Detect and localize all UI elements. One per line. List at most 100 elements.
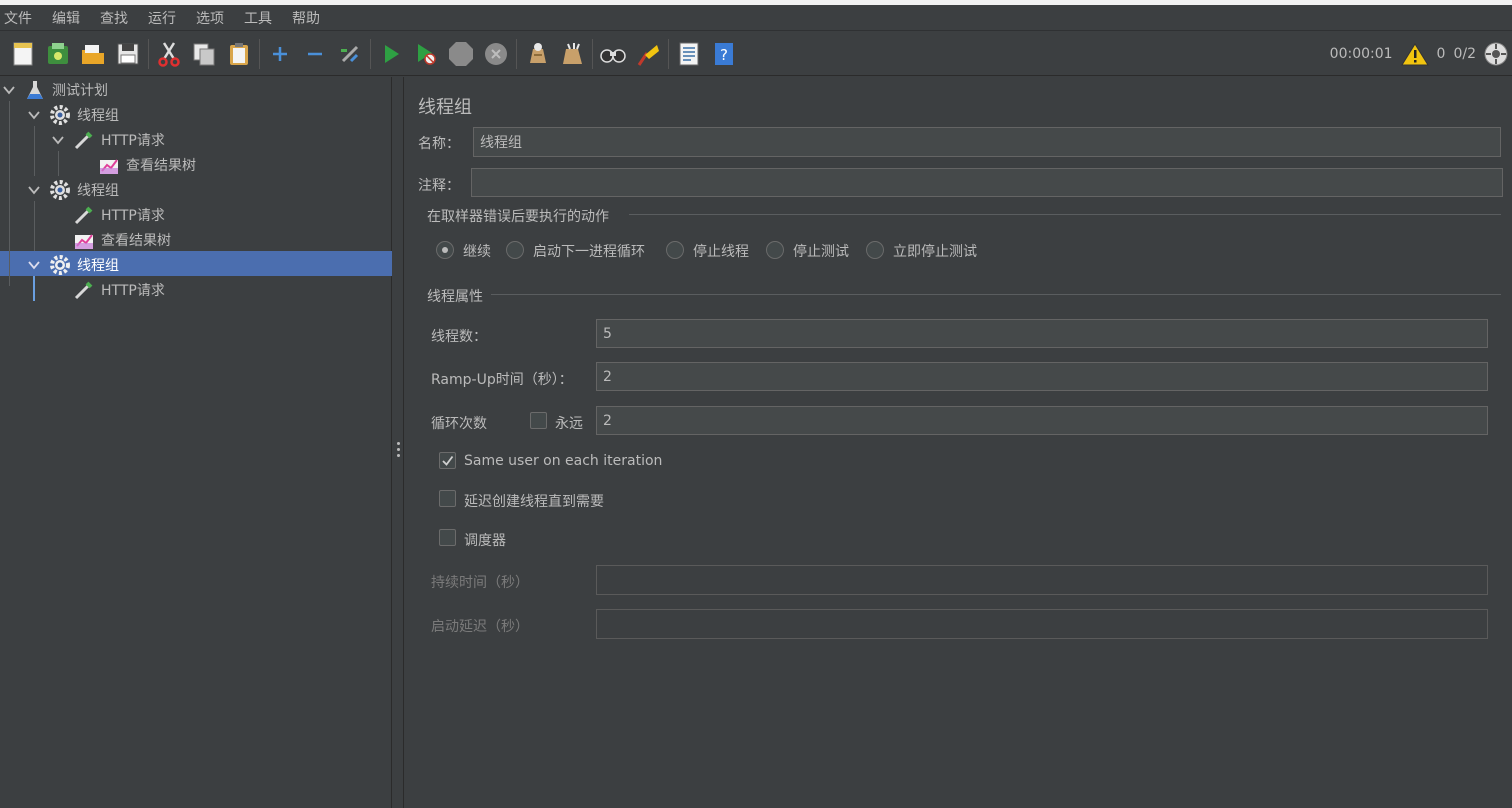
radio-continue-label[interactable]: 继续	[463, 241, 491, 261]
gear-icon	[49, 254, 71, 276]
tree-node-http-request[interactable]: HTTP请求	[73, 202, 165, 227]
radio-stop-test-now-label[interactable]: 立即停止测试	[893, 241, 977, 261]
tree-node-label: 查看结果树	[101, 232, 171, 249]
radio-stop-thread-label[interactable]: 停止线程	[693, 241, 749, 261]
radio-start-next-loop-label[interactable]: 启动下一进程循环	[533, 241, 645, 261]
radio-continue[interactable]	[436, 241, 454, 259]
forever-label[interactable]: 永远	[555, 413, 583, 433]
tree-node-test-plan[interactable]: 测试计划	[2, 77, 108, 102]
delay-create-checkbox[interactable]	[439, 490, 456, 507]
duration-input[interactable]	[596, 565, 1488, 595]
svg-text:?: ?	[720, 46, 728, 64]
new-icon[interactable]	[8, 39, 38, 69]
radio-start-next-loop[interactable]	[506, 241, 524, 259]
chevron-down-icon[interactable]	[2, 83, 16, 97]
open-icon[interactable]	[78, 39, 108, 69]
menu-tools[interactable]: 工具	[244, 8, 272, 28]
checkmark-icon	[442, 455, 454, 466]
copy-icon[interactable]	[189, 39, 219, 69]
tree-node-thread-group[interactable]: 线程组	[27, 102, 119, 127]
threads-input[interactable]: 5	[596, 319, 1488, 348]
tree-node-view-results-tree[interactable]: 查看结果树	[73, 227, 171, 252]
tree-node-label: 线程组	[77, 182, 119, 199]
delay-create-label[interactable]: 延迟创建线程直到需要	[464, 491, 604, 511]
start-icon[interactable]	[376, 39, 406, 69]
group-divider	[629, 214, 1501, 215]
tree-node-http-request[interactable]: HTTP请求	[51, 127, 165, 152]
radio-stop-test-label[interactable]: 停止测试	[793, 241, 849, 261]
toolbar-separator	[148, 38, 149, 69]
expand-all-icon[interactable]	[265, 39, 295, 69]
menu-help[interactable]: 帮助	[292, 8, 320, 28]
rampup-input[interactable]: 2	[596, 362, 1488, 391]
splitter-grip	[397, 442, 400, 445]
tree-node-view-results-tree[interactable]: 查看结果树	[98, 152, 196, 177]
tree-node-label: 线程组	[77, 107, 119, 124]
scheduler-label[interactable]: 调度器	[464, 530, 506, 550]
search-binoculars-icon[interactable]	[598, 39, 628, 69]
tree-node-http-request[interactable]: HTTP请求	[73, 277, 165, 302]
collapse-all-icon[interactable]	[300, 39, 330, 69]
gear-icon	[49, 104, 71, 126]
menu-search[interactable]: 查找	[100, 8, 128, 28]
remote-status-icon	[1484, 42, 1508, 66]
tree-guide-line	[34, 126, 35, 176]
menu-options[interactable]: 选项	[196, 8, 224, 28]
comment-input[interactable]	[471, 168, 1503, 197]
startup-delay-input[interactable]	[596, 609, 1488, 639]
tree-guide-line	[9, 101, 10, 286]
pipette-icon	[73, 204, 95, 226]
radio-stop-test[interactable]	[766, 241, 784, 259]
chevron-down-icon[interactable]	[51, 133, 65, 147]
loop-count-input[interactable]: 2	[596, 406, 1488, 435]
shutdown-icon[interactable]	[481, 39, 511, 69]
name-input[interactable]: 线程组	[473, 127, 1501, 157]
status-area: 00:00:01 0 0/2	[1330, 32, 1512, 76]
stop-icon[interactable]	[446, 39, 476, 69]
menu-file[interactable]: 文件	[4, 8, 32, 28]
paste-icon[interactable]	[224, 39, 254, 69]
forever-checkbox[interactable]	[530, 412, 547, 429]
function-helper-icon[interactable]	[674, 39, 704, 69]
cut-icon[interactable]	[154, 39, 184, 69]
results-graph-icon	[73, 229, 95, 251]
clear-icon[interactable]	[522, 39, 552, 69]
toolbar: ? 00:00:01 0 0/2	[0, 32, 1512, 76]
page-title: 线程组	[418, 97, 472, 118]
scheduler-checkbox[interactable]	[439, 529, 456, 546]
clear-all-icon[interactable]	[557, 39, 587, 69]
pipette-icon	[73, 279, 95, 301]
menu-bar: 文件 编辑 查找 运行 选项 工具 帮助	[0, 5, 1512, 31]
rampup-label: Ramp-Up时间（秒）：	[431, 372, 573, 388]
templates-icon[interactable]	[43, 39, 73, 69]
chevron-down-icon[interactable]	[27, 108, 41, 122]
tree-node-label: 线程组	[77, 257, 119, 274]
reset-search-broom-icon[interactable]	[633, 39, 663, 69]
help-icon[interactable]: ?	[709, 39, 739, 69]
same-user-checkbox[interactable]	[439, 452, 456, 469]
toggle-icon[interactable]	[335, 39, 365, 69]
menu-run[interactable]: 运行	[148, 8, 176, 28]
tree-node-label: HTTP请求	[101, 132, 165, 149]
same-user-label[interactable]: Same user on each iteration	[464, 453, 662, 469]
error-action-group-title: 在取样器错误后要执行的动作	[427, 209, 609, 225]
tree-node-thread-group-selected[interactable]: 线程组	[27, 252, 119, 277]
tree-node-thread-group[interactable]: 线程组	[27, 177, 119, 202]
radio-stop-thread[interactable]	[666, 241, 684, 259]
pipette-icon	[73, 129, 95, 151]
toolbar-separator	[668, 38, 669, 69]
menu-edit[interactable]: 编辑	[52, 8, 80, 28]
splitter-grip	[397, 448, 400, 451]
chevron-down-icon[interactable]	[27, 183, 41, 197]
start-no-pauses-icon[interactable]	[411, 39, 441, 69]
save-icon[interactable]	[113, 39, 143, 69]
group-divider	[491, 294, 1501, 295]
toolbar-separator	[259, 38, 260, 69]
chevron-down-icon[interactable]	[27, 258, 41, 272]
tree-node-label: HTTP请求	[101, 207, 165, 224]
loop-count-label: 循环次数	[431, 416, 487, 432]
warning-icon[interactable]	[1400, 42, 1429, 66]
gear-icon	[49, 179, 71, 201]
radio-stop-test-now[interactable]	[866, 241, 884, 259]
tree-node-label: HTTP请求	[101, 282, 165, 299]
